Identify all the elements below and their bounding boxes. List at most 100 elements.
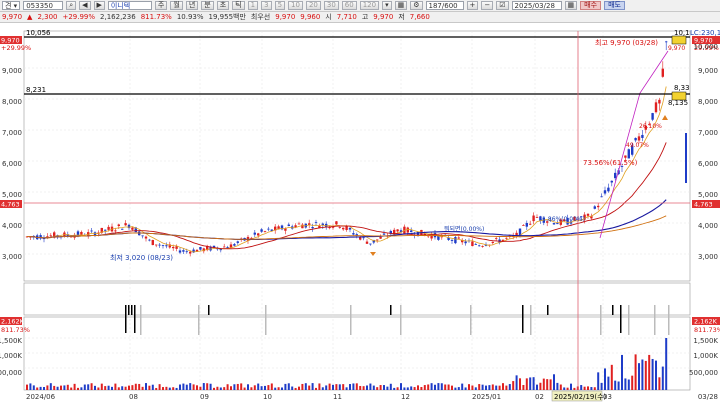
zoom-out-icon[interactable]: − <box>481 1 494 10</box>
volume-bar <box>444 384 447 390</box>
x-label-10: 10 <box>263 393 272 401</box>
candle-body <box>263 231 267 233</box>
nav-prev-icon[interactable]: ◀ <box>79 1 91 10</box>
candle-body <box>376 239 379 241</box>
y-tick-5000: 5,000 <box>2 191 22 199</box>
candle-body <box>634 137 637 141</box>
annotation-high-value: 9,970 <box>668 45 685 52</box>
candle-body <box>627 149 630 159</box>
tab-period-second[interactable]: 초 <box>216 1 230 10</box>
candle-body <box>525 222 528 227</box>
signal-bar <box>530 305 532 335</box>
volume-bar <box>39 386 42 390</box>
volume-bar <box>519 378 521 390</box>
settings-icon[interactable]: ⚙ <box>410 1 423 10</box>
candle-body <box>593 206 596 209</box>
grid-icon[interactable]: ▦ <box>394 1 408 10</box>
tab-period-minute[interactable]: 분 <box>201 1 214 10</box>
volume-bar <box>284 383 287 390</box>
volume-bar <box>491 384 494 390</box>
volume-bar <box>553 374 555 390</box>
volume: 2,162,236 <box>100 13 136 21</box>
interval-20[interactable]: 20 <box>305 1 321 10</box>
candle-body <box>80 231 83 235</box>
interval-5[interactable]: 5 <box>274 1 286 10</box>
candle-body <box>141 235 144 237</box>
stock-code-input[interactable]: 053350 <box>23 1 64 10</box>
candle-body <box>597 205 600 208</box>
x-label-09: 09 <box>200 393 209 401</box>
candle-body <box>522 225 525 226</box>
volume-bar <box>219 387 222 390</box>
x-label-end: 03/28 <box>698 393 718 401</box>
candle-body <box>665 41 668 43</box>
interval-30[interactable]: 30 <box>323 1 339 10</box>
interval-dropdown-icon[interactable]: ▾ <box>382 1 392 10</box>
volume-bar <box>488 385 491 390</box>
volume-bar <box>454 387 457 390</box>
candle-body <box>131 227 134 230</box>
stock-chart[interactable]: 10,056 8,231 9,970 +29.99% 9,000 8,000 7… <box>0 23 720 404</box>
interval-3[interactable]: 3 <box>261 1 272 10</box>
volume-bar <box>168 387 171 390</box>
annotation-tag: 26.10% <box>639 123 662 130</box>
candle-body <box>260 229 263 232</box>
buy-button[interactable]: 매수 <box>580 1 602 10</box>
date-input[interactable]: 2025/03/28 <box>511 1 562 10</box>
search-icon[interactable]: ⌕ <box>66 1 77 10</box>
volume-bar <box>512 381 515 390</box>
volume-bar <box>80 387 83 390</box>
volume-bar <box>502 383 504 390</box>
candle-body <box>338 227 341 228</box>
candle-body <box>491 241 494 243</box>
candle-body <box>182 250 185 252</box>
volume-bar <box>328 383 331 390</box>
candle-body <box>178 250 182 253</box>
tab-period-month[interactable]: 월 <box>170 1 183 10</box>
right-tick-8000: 8,000 <box>698 98 718 106</box>
candle-body <box>651 113 654 120</box>
volume-bar <box>434 384 436 390</box>
candle-body <box>481 246 484 247</box>
volume-bar <box>230 386 232 390</box>
volume-bar <box>597 372 600 390</box>
right-tick-5000: 5,000 <box>698 191 718 199</box>
volume-bar <box>253 385 256 390</box>
tab-period-week[interactable]: 주 <box>154 1 168 10</box>
interval-60[interactable]: 60 <box>341 1 357 10</box>
interval-1[interactable]: 1 <box>247 1 259 10</box>
volume-bar <box>301 383 304 390</box>
calendar-check-icon[interactable]: ☑ <box>496 1 509 10</box>
candle-body <box>342 227 345 230</box>
candle-body <box>287 224 290 227</box>
volume-bar <box>400 383 402 390</box>
data-count-input[interactable]: 187/600 <box>425 1 464 10</box>
volume-bar <box>73 383 76 390</box>
candle-body <box>104 229 107 231</box>
candle-body <box>457 237 460 239</box>
tab-period-year[interactable]: 년 <box>185 1 199 10</box>
volume-bar <box>36 387 39 390</box>
volume-bar <box>563 387 566 390</box>
signal-bar <box>470 305 472 335</box>
volume-bar <box>94 385 96 390</box>
signal-bar <box>668 305 670 335</box>
jong-select[interactable]: 견 ▾ <box>2 1 21 10</box>
volume-bar <box>128 385 130 390</box>
volume-bar <box>134 383 137 390</box>
zoom-in-icon[interactable]: + <box>466 1 479 10</box>
volume-bar <box>182 383 185 390</box>
interval-10[interactable]: 10 <box>288 1 303 10</box>
candle-body <box>362 237 365 239</box>
calendar-icon[interactable]: ▦ <box>564 1 578 10</box>
right-vol-tick-500k: 500,000 <box>689 369 718 377</box>
signal-bar <box>522 305 524 333</box>
tab-period-tick[interactable]: 틱 <box>232 1 245 10</box>
volume-bar <box>338 384 341 390</box>
interval-120[interactable]: 120 <box>359 1 380 10</box>
nav-next-icon[interactable]: ▶ <box>93 1 105 10</box>
volume-bar <box>655 360 657 390</box>
volume-bar <box>590 387 593 390</box>
sell-button[interactable]: 매도 <box>604 1 625 10</box>
candle-body <box>311 226 314 229</box>
